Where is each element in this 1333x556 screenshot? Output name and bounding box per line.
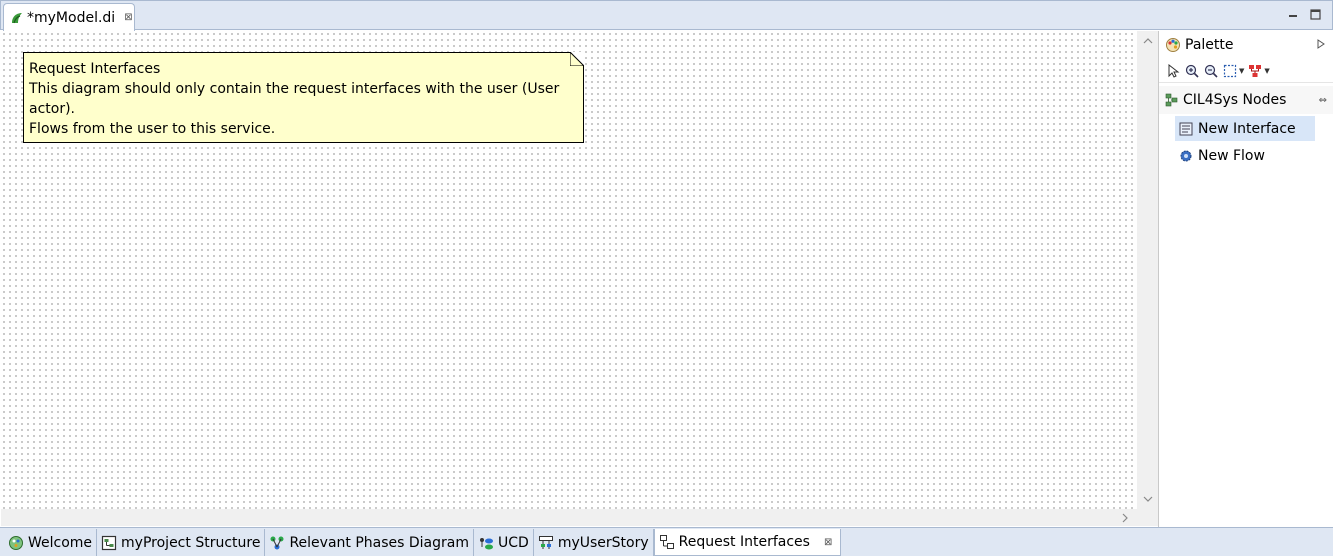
tab-relevant-phases-diagram[interactable]: Relevant Phases Diagram: [265, 529, 474, 556]
vertical-scrollbar[interactable]: [1137, 31, 1158, 509]
close-icon[interactable]: ⊠: [824, 537, 832, 548]
tab-request-interfaces[interactable]: Request Interfaces ⊠: [653, 529, 842, 556]
zoom-out-icon: [1204, 64, 1218, 78]
editor-tab-mymodel[interactable]: *myModel.di ⊠: [3, 3, 135, 31]
userstory-icon: [538, 535, 553, 549]
tab-label: UCD: [498, 534, 529, 551]
ucd-icon: [480, 537, 493, 549]
nodes-drawer-icon: [1165, 93, 1178, 107]
minimize-button[interactable]: [1286, 7, 1300, 21]
scroll-right-icon[interactable]: [1117, 509, 1133, 526]
palette-drawer-cil4sys-nodes[interactable]: CIL4Sys Nodes ⇔: [1159, 86, 1333, 114]
close-icon[interactable]: ⊠: [124, 12, 132, 23]
tab-welcome[interactable]: Welcome: [4, 529, 98, 556]
marquee-tool-button[interactable]: [1222, 63, 1238, 79]
horizontal-scrollbar[interactable]: [1, 509, 1137, 526]
maximize-icon: [1309, 8, 1321, 20]
tab-label: Welcome: [28, 534, 93, 551]
editor-tab-title: *myModel.di: [27, 9, 116, 26]
tab-ucd[interactable]: UCD: [474, 529, 534, 556]
drawer-label: CIL4Sys Nodes: [1183, 92, 1287, 108]
diagram-tab-bar: Welcome myProject Structure Relevant Pha…: [0, 527, 1333, 556]
palette-icon: [1166, 38, 1180, 52]
connection-tool-button[interactable]: [1247, 63, 1263, 79]
gear-icon: [1180, 150, 1192, 161]
zoom-out-button[interactable]: [1203, 63, 1219, 79]
scroll-corner: [1137, 509, 1158, 526]
note-fold-corner: [570, 52, 584, 66]
tab-label: myProject Structure: [121, 534, 261, 551]
palette-header[interactable]: Palette: [1159, 31, 1333, 59]
papyrus-model-icon: [12, 12, 22, 23]
tab-myuserstory[interactable]: myUserStory: [534, 529, 654, 556]
comment-note[interactable]: Request Interfaces This diagram should o…: [23, 52, 584, 143]
palette-toolbar: ▼ ▼: [1159, 59, 1333, 83]
pin-icon[interactable]: ⇔: [1319, 95, 1327, 106]
tab-label: myUserStory: [557, 534, 649, 551]
chevron-down-icon[interactable]: ▼: [1239, 67, 1244, 75]
palette-title: Palette: [1185, 37, 1234, 53]
connection-icon: [1249, 64, 1262, 77]
palette-panel: Palette ▼ ▼ CIL4Sys Nodes ⇔ New Interfac…: [1158, 31, 1333, 528]
note-title: Request Interfaces: [29, 61, 161, 77]
zoom-in-icon: [1185, 64, 1199, 78]
tab-label: Relevant Phases Diagram: [289, 534, 469, 551]
welcome-icon: [9, 535, 23, 550]
note-line-1: This diagram should only contain the req…: [29, 81, 560, 117]
interfaces-diagram-icon: [659, 535, 674, 549]
marquee-icon: [1223, 64, 1237, 77]
chevron-down-icon[interactable]: ▼: [1264, 67, 1269, 75]
palette-entry-new-flow[interactable]: New Flow: [1175, 143, 1315, 168]
zoom-in-button[interactable]: [1184, 63, 1200, 79]
maximize-button[interactable]: [1308, 7, 1322, 21]
scroll-down-icon[interactable]: [1137, 491, 1158, 507]
collapse-palette-icon[interactable]: [1317, 39, 1325, 52]
editor-tab-bar: *myModel.di ⊠: [0, 0, 1333, 31]
tab-label: Request Interfaces: [678, 534, 810, 550]
palette-entry-label: New Interface: [1198, 120, 1296, 137]
interface-icon: [1179, 122, 1193, 135]
note-line-2: Flows from the user to this service.: [29, 121, 276, 137]
scroll-up-icon[interactable]: [1137, 33, 1158, 49]
palette-entry-new-interface[interactable]: New Interface: [1175, 116, 1315, 141]
pointer-icon: [1168, 63, 1180, 78]
structure-icon: [101, 535, 117, 550]
phases-icon: [270, 536, 284, 549]
palette-entry-label: New Flow: [1198, 147, 1265, 164]
tab-myproject-structure[interactable]: myProject Structure: [97, 529, 266, 556]
select-tool-button[interactable]: [1165, 63, 1181, 79]
minimize-icon: [1289, 15, 1297, 17]
